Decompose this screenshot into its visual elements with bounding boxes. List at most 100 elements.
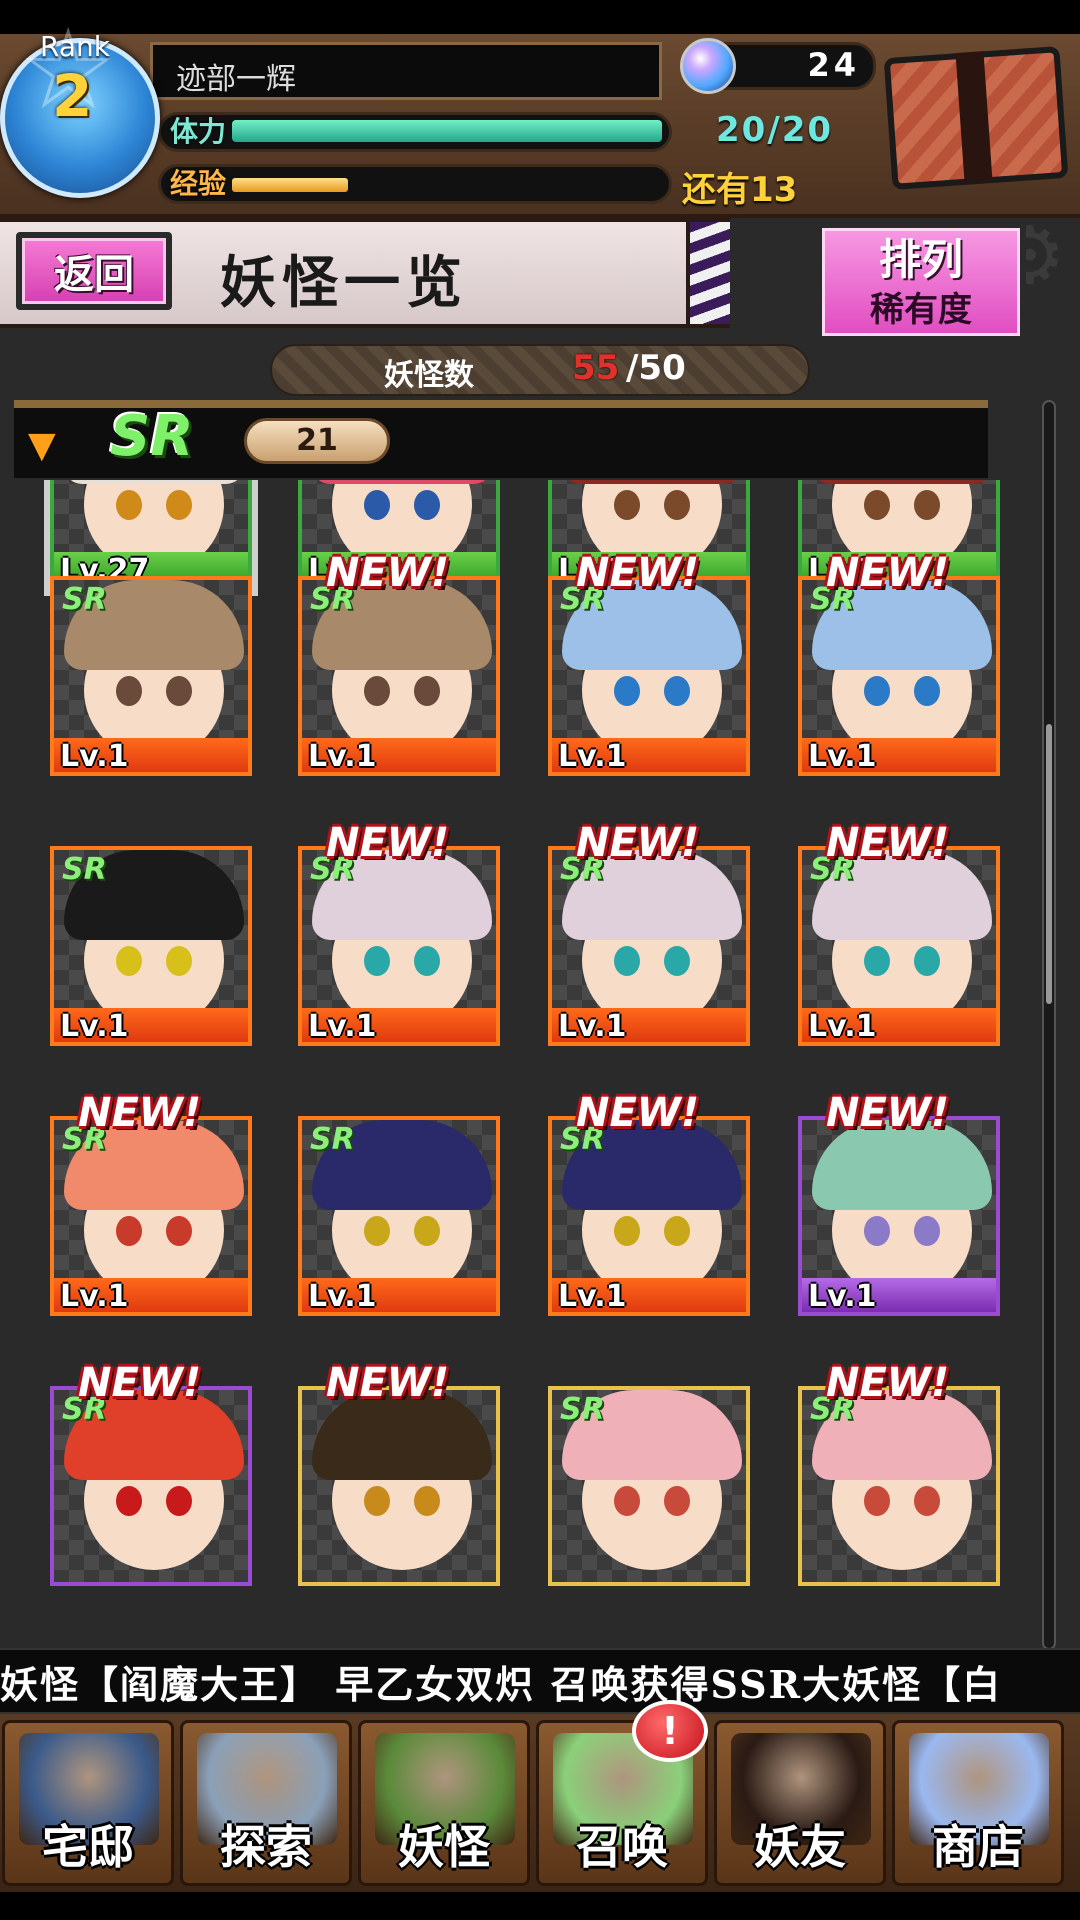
- nav-friend-girl-button[interactable]: 妖友: [714, 1720, 886, 1886]
- monster-eye: [614, 490, 640, 520]
- monster-eye: [414, 946, 440, 976]
- sort-button-label: 排列: [878, 235, 963, 284]
- monster-eye: [116, 490, 142, 520]
- monster-card[interactable]: SR Lv.1: [298, 1116, 500, 1316]
- monster-level: Lv.1: [558, 1009, 627, 1044]
- new-badge: NEW!: [78, 1360, 202, 1406]
- monster-eye: [864, 946, 890, 976]
- monster-eye: [664, 1486, 690, 1516]
- monster-card[interactable]: SR Lv.1: [298, 846, 500, 1046]
- monster-eye: [166, 1486, 192, 1516]
- monster-card[interactable]: SR Lv.1: [548, 1116, 750, 1316]
- monster-eye: [116, 1486, 142, 1516]
- monster-eye: [166, 676, 192, 706]
- status-bar: [0, 0, 1080, 34]
- monster-card[interactable]: SR Lv.1: [50, 1116, 252, 1316]
- monster-eye: [166, 490, 192, 520]
- scrollbar-thumb[interactable]: [1046, 724, 1052, 1004]
- nav-label: 探索: [220, 1820, 312, 1874]
- monster-eye: [116, 946, 142, 976]
- monster-eye: [414, 676, 440, 706]
- monster-card[interactable]: SR: [50, 1386, 252, 1586]
- monster-card[interactable]: SR: [548, 1386, 750, 1586]
- monster-eye: [864, 1486, 890, 1516]
- nav-label: 妖怪: [398, 1820, 490, 1874]
- stamina-label: 体力: [170, 115, 227, 148]
- new-badge: NEW!: [826, 1360, 950, 1406]
- summon-alert-badge: !: [632, 1700, 708, 1762]
- monster-card[interactable]: [298, 1386, 500, 1586]
- nav-label: 宅邸: [42, 1820, 134, 1874]
- new-badge: NEW!: [576, 1090, 700, 1136]
- monster-level: Lv.1: [558, 1279, 627, 1314]
- nav-crystal-orb-button[interactable]: 商店: [892, 1720, 1064, 1886]
- monster-card[interactable]: SR Lv.1: [50, 846, 252, 1046]
- page-title: 妖怪一览: [220, 250, 468, 316]
- monster-level: Lv.1: [808, 1009, 877, 1044]
- monster-hair: [812, 480, 992, 484]
- rarity-count: 21: [244, 418, 390, 464]
- monster-eye: [664, 1216, 690, 1246]
- monster-count-label: 妖怪数: [384, 358, 474, 393]
- monster-count-pill: [270, 344, 810, 396]
- monster-eye: [914, 490, 940, 520]
- monster-grid[interactable]: Lv.27 Lv.1 Lv.1 Lv.1 SR Lv.1 SR Lv.1 NEW! SR Lv.1 N…: [0, 480, 1060, 1648]
- nav-label: 召唤: [576, 1820, 668, 1874]
- monster-eye: [364, 946, 390, 976]
- monster-eye: [864, 490, 890, 520]
- monster-eye: [116, 676, 142, 706]
- monster-count-capacity: /50: [626, 348, 686, 388]
- monster-eye: [614, 676, 640, 706]
- monster-eye: [166, 946, 192, 976]
- monster-card[interactable]: SR Lv.1: [798, 846, 1000, 1046]
- monster-eye: [664, 490, 690, 520]
- monster-count-current: 55: [572, 348, 620, 388]
- monster-level: Lv.1: [60, 1279, 129, 1314]
- monster-eye: [614, 1486, 640, 1516]
- monster-hair: [64, 480, 244, 484]
- new-badge: NEW!: [826, 550, 950, 596]
- monster-eye: [364, 490, 390, 520]
- news-ticker-text: 妖怪【阎魔大王】 早乙女双炽 召唤获得SSR大妖怪【白: [0, 1662, 1003, 1707]
- nav-mansion-button[interactable]: 宅邸: [2, 1720, 174, 1886]
- monster-card[interactable]: Lv.27: [44, 480, 258, 596]
- monster-card[interactable]: Lv.1: [798, 1116, 1000, 1316]
- scrollbar[interactable]: [1042, 400, 1056, 1650]
- monster-level: Lv.1: [808, 1279, 877, 1314]
- sort-button-value: 稀有度: [870, 290, 972, 330]
- sr-rarity-badge: SR: [310, 1122, 355, 1157]
- triangle-down-icon[interactable]: ▼: [28, 428, 56, 464]
- new-badge: NEW!: [78, 1090, 202, 1136]
- monster-level: Lv.1: [558, 739, 627, 774]
- monster-eye: [364, 676, 390, 706]
- monster-eye: [914, 946, 940, 976]
- monster-level: Lv.1: [308, 1009, 377, 1044]
- monster-card[interactable]: SR Lv.1: [548, 846, 750, 1046]
- monster-eye: [414, 490, 440, 520]
- monster-card[interactable]: SR Lv.1: [798, 576, 1000, 776]
- monster-level: Lv.1: [308, 739, 377, 774]
- new-badge: NEW!: [576, 550, 700, 596]
- monster-eye: [664, 676, 690, 706]
- new-badge: NEW!: [326, 550, 450, 596]
- nav-magnifier-map-button[interactable]: 探索: [180, 1720, 352, 1886]
- monster-eye: [116, 1216, 142, 1246]
- gem-count: 24: [807, 46, 860, 84]
- monster-hair: [312, 480, 492, 484]
- monster-card[interactable]: SR Lv.1: [50, 576, 252, 776]
- exp-label: 经验: [170, 167, 227, 200]
- nav-bottom-strip: [0, 1892, 1080, 1920]
- nav-scroll-button[interactable]: 妖怪: [358, 1720, 530, 1886]
- monster-card[interactable]: SR Lv.1: [548, 576, 750, 776]
- monster-eye: [414, 1216, 440, 1246]
- exp-remaining: 还有13: [682, 170, 798, 210]
- rarity-label: SR: [110, 404, 194, 469]
- monster-eye: [364, 1216, 390, 1246]
- monster-hair: [562, 480, 742, 484]
- monster-eye: [364, 1486, 390, 1516]
- monster-card[interactable]: SR Lv.1: [298, 576, 500, 776]
- back-button[interactable]: 返回: [16, 232, 172, 310]
- monster-level: Lv.1: [308, 1279, 377, 1314]
- monster-card[interactable]: SR: [798, 1386, 1000, 1586]
- monster-eye: [166, 1216, 192, 1246]
